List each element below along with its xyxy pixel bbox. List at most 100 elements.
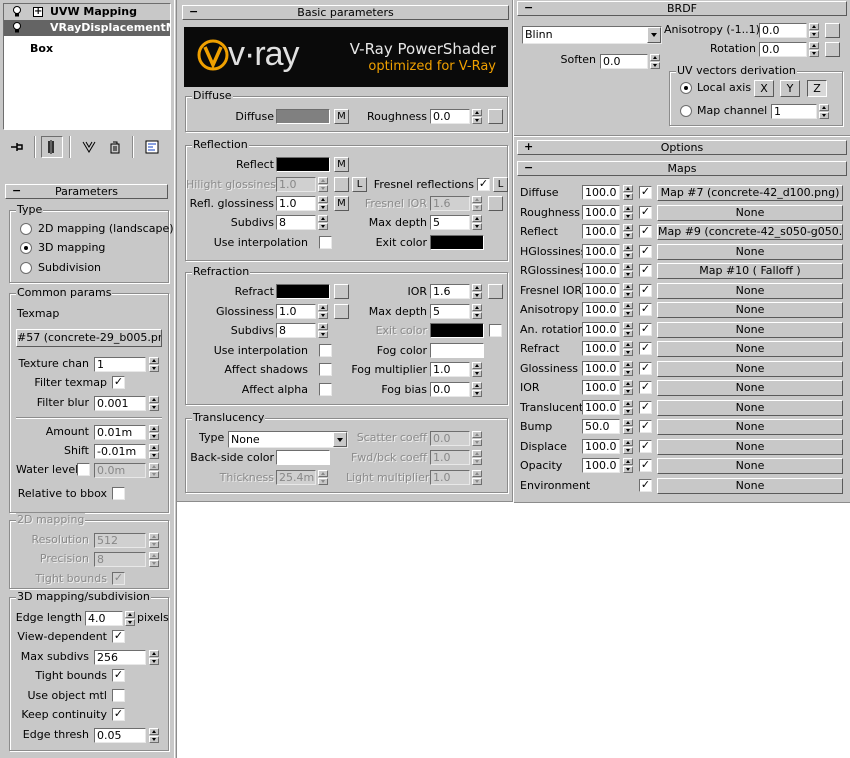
map-amount-input[interactable]: 100.0 bbox=[582, 380, 620, 395]
filter-blur-input[interactable]: 0.001 bbox=[94, 396, 146, 411]
subdivs-input[interactable]: 8 bbox=[276, 215, 316, 230]
map-enable-checkbox[interactable]: ✓ bbox=[639, 322, 652, 336]
filter-texmap-checkbox[interactable]: ✓ bbox=[112, 376, 125, 389]
texture-chan-spinner[interactable] bbox=[149, 357, 159, 372]
map-amount-input[interactable]: 100.0 bbox=[582, 458, 620, 473]
brdf-type-dropdown[interactable]: Blinn bbox=[522, 26, 662, 44]
radio-2d-mapping[interactable] bbox=[20, 223, 32, 235]
keep-continuity-checkbox[interactable]: ✓ bbox=[112, 708, 125, 721]
map-amount-input[interactable]: 100.0 bbox=[582, 204, 620, 220]
refr-max-depth-input[interactable]: 5 bbox=[430, 304, 470, 319]
map-amount-spinner[interactable] bbox=[623, 458, 633, 473]
map-amount-spinner[interactable] bbox=[623, 380, 633, 395]
roughness-input[interactable]: 0.0 bbox=[430, 109, 470, 124]
fwd-bck-coeff-input[interactable]: 1.0 bbox=[430, 450, 470, 465]
map-amount-spinner[interactable] bbox=[623, 282, 633, 298]
reflect-map-button[interactable]: M bbox=[334, 157, 349, 172]
axis-y-button[interactable]: Y bbox=[780, 80, 800, 97]
tight-bounds-checkbox[interactable]: ✓ bbox=[112, 669, 125, 682]
shift-input[interactable]: -0.01m bbox=[94, 444, 146, 459]
diffuse-color-swatch[interactable] bbox=[276, 109, 330, 124]
rotation-map-button[interactable] bbox=[825, 42, 840, 57]
map-amount-spinner[interactable] bbox=[623, 243, 633, 259]
refl-glossiness-input[interactable]: 1.0 bbox=[276, 196, 316, 211]
affect-shadows-checkbox[interactable] bbox=[319, 363, 332, 376]
precision-spinner[interactable] bbox=[149, 552, 159, 567]
use-object-mtl-checkbox[interactable] bbox=[112, 689, 125, 702]
pin-stack-icon[interactable] bbox=[9, 139, 25, 155]
roughness-spinner[interactable] bbox=[472, 109, 482, 124]
map-enable-checkbox[interactable]: ✓ bbox=[639, 361, 652, 375]
refr-exit-color-swatch[interactable] bbox=[430, 323, 484, 338]
subdivs-spinner[interactable] bbox=[318, 215, 328, 230]
map-slot-button[interactable]: None bbox=[657, 204, 843, 221]
map-amount-input[interactable]: 100.0 bbox=[582, 185, 620, 200]
texmap-button[interactable]: #57 (concrete-29_b005.png) bbox=[16, 329, 162, 347]
map-enable-checkbox[interactable]: ✓ bbox=[639, 283, 652, 297]
map-enable-checkbox[interactable]: ✓ bbox=[639, 264, 652, 277]
expand-plus-icon[interactable]: + bbox=[33, 7, 43, 17]
max-subdivs-input[interactable]: 256 bbox=[94, 650, 146, 665]
axis-x-button[interactable]: X bbox=[754, 80, 774, 97]
max-depth-spinner[interactable] bbox=[472, 215, 482, 230]
texture-chan-input[interactable]: 1 bbox=[94, 357, 146, 372]
edge-length-spinner[interactable] bbox=[125, 611, 135, 626]
anisotropy-input[interactable]: 0.0 bbox=[759, 23, 807, 38]
fog-multiplier-spinner[interactable] bbox=[472, 362, 482, 377]
map-amount-spinner[interactable] bbox=[623, 224, 633, 239]
fog-multiplier-input[interactable]: 1.0 bbox=[430, 362, 470, 377]
map-enable-checkbox[interactable]: ✓ bbox=[639, 439, 652, 453]
map-amount-spinner[interactable] bbox=[623, 399, 633, 415]
map-slot-button[interactable]: Map #9 (concrete-42_s050-g050.png) bbox=[657, 224, 843, 240]
fog-bias-input[interactable]: 0.0 bbox=[430, 382, 470, 397]
ior-map-button[interactable] bbox=[488, 284, 503, 299]
map-enable-checkbox[interactable]: ✓ bbox=[639, 303, 652, 316]
stack-item-vraydisplacementmod[interactable]: VRayDisplacementMod bbox=[4, 20, 170, 36]
water-level-spinner[interactable] bbox=[149, 463, 159, 478]
map-channel-spinner[interactable] bbox=[819, 104, 829, 119]
translucency-type-dropdown[interactable]: None bbox=[228, 431, 348, 448]
map-slot-button[interactable]: None bbox=[657, 438, 843, 455]
view-dependent-checkbox[interactable]: ✓ bbox=[112, 630, 125, 643]
map-enable-checkbox[interactable]: ✓ bbox=[639, 244, 652, 258]
map-amount-input[interactable]: 50.0 bbox=[582, 419, 620, 434]
back-side-color-swatch[interactable] bbox=[276, 450, 330, 465]
light-multiplier-input[interactable]: 1.0 bbox=[430, 470, 470, 485]
map-channel-input[interactable]: 1 bbox=[771, 104, 817, 119]
max-subdivs-spinner[interactable] bbox=[149, 650, 159, 665]
thickness-spinner[interactable] bbox=[318, 470, 328, 485]
map-amount-input[interactable]: 100.0 bbox=[582, 282, 620, 298]
soften-spinner[interactable] bbox=[650, 54, 660, 69]
fresnel-reflections-checkbox[interactable]: ✓ bbox=[477, 178, 490, 191]
modifier-stack-list[interactable]: + UVW Mapping VRayDisplacementMod Box bbox=[3, 3, 171, 130]
map-slot-button[interactable]: None bbox=[657, 380, 843, 396]
map-amount-spinner[interactable] bbox=[623, 321, 633, 337]
map-enable-checkbox[interactable]: ✓ bbox=[639, 400, 652, 414]
refr-max-depth-spinner[interactable] bbox=[472, 304, 482, 319]
fog-bias-spinner[interactable] bbox=[472, 382, 482, 397]
map-slot-button[interactable]: None bbox=[657, 341, 843, 357]
water-level-checkbox[interactable] bbox=[77, 463, 90, 476]
map-amount-spinner[interactable] bbox=[623, 302, 633, 317]
map-amount-input[interactable]: 100.0 bbox=[582, 263, 620, 278]
radio-subdivision[interactable] bbox=[20, 262, 32, 274]
amount-spinner[interactable] bbox=[149, 425, 159, 440]
remove-modifier-icon[interactable] bbox=[107, 139, 123, 155]
map-slot-button[interactable]: None bbox=[657, 302, 843, 318]
chevron-down-icon[interactable] bbox=[647, 27, 661, 43]
rotation-spinner[interactable] bbox=[809, 42, 819, 57]
map-amount-spinner[interactable] bbox=[623, 438, 633, 454]
map-enable-checkbox[interactable]: ✓ bbox=[639, 186, 652, 199]
map-amount-input[interactable]: 100.0 bbox=[582, 341, 620, 356]
map-amount-spinner[interactable] bbox=[623, 185, 633, 200]
rollout-maps-header[interactable]: − Maps bbox=[517, 161, 847, 176]
map-amount-input[interactable]: 100.0 bbox=[582, 243, 620, 259]
roughness-map-button[interactable] bbox=[488, 109, 503, 124]
map-enable-checkbox[interactable]: ✓ bbox=[639, 381, 652, 394]
refr-exit-color-checkbox[interactable] bbox=[489, 324, 502, 337]
rollout-basic-parameters-header[interactable]: − Basic parameters bbox=[182, 5, 509, 20]
glossiness-input[interactable]: 1.0 bbox=[276, 304, 316, 319]
reflect-color-swatch[interactable] bbox=[276, 157, 330, 172]
tight-bounds-checkbox[interactable]: ✓ bbox=[112, 572, 125, 585]
map-amount-input[interactable]: 100.0 bbox=[582, 321, 620, 337]
